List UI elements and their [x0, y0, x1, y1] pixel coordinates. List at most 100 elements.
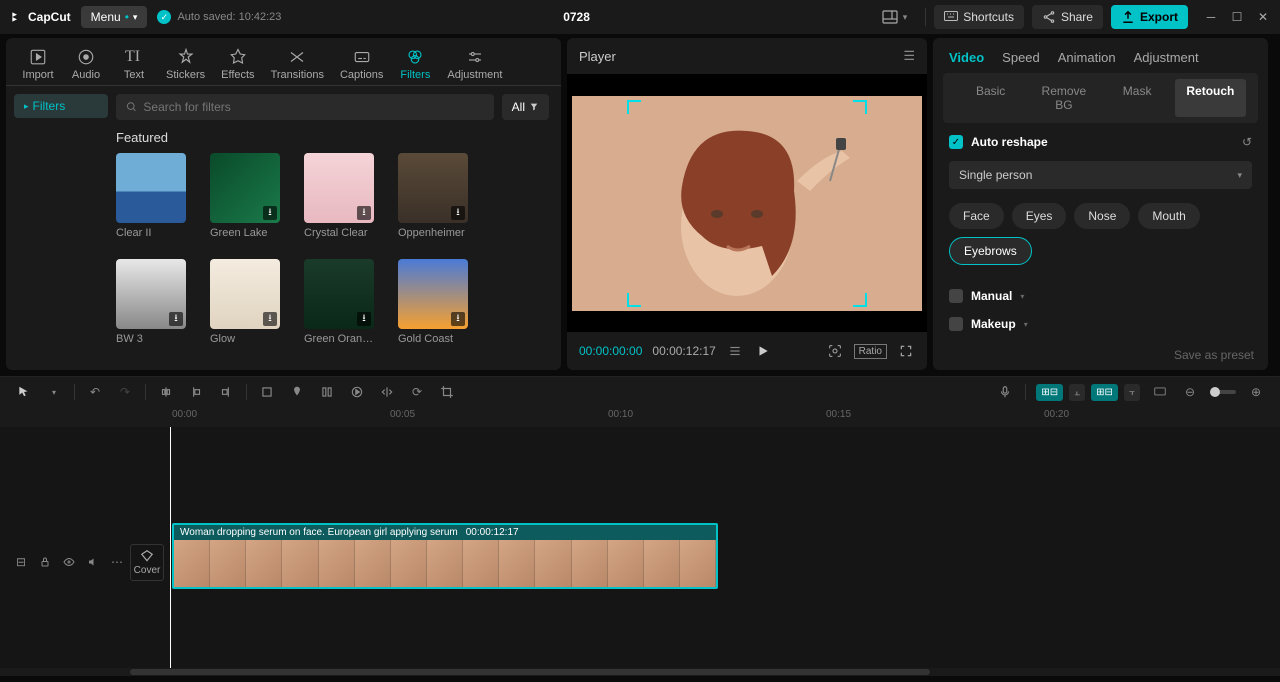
timeline-body[interactable]: ⊟ ⋯ Cover Woman dropping serum on face. …	[0, 427, 1280, 668]
subtab-mask[interactable]: Mask	[1102, 79, 1173, 117]
mirror-icon[interactable]	[377, 382, 397, 402]
crop-corner[interactable]	[627, 293, 641, 307]
download-icon[interactable]: ⭳	[169, 312, 183, 326]
download-icon[interactable]: ⭳	[451, 206, 465, 220]
lock-icon[interactable]	[38, 555, 52, 569]
filter-item[interactable]: ⭳Green Orange	[304, 259, 374, 345]
snap-on-icon[interactable]: ⊞⊟	[1036, 384, 1063, 401]
download-icon[interactable]: ⭳	[451, 312, 465, 326]
zoom-slider[interactable]	[1210, 390, 1236, 394]
tab-audio[interactable]: Audio	[62, 44, 110, 85]
sidebar-filters[interactable]: ▸Filters	[14, 94, 108, 118]
auto-reshape-checkbox[interactable]: ✓	[949, 135, 963, 149]
trim-left-icon[interactable]	[186, 382, 206, 402]
shortcuts-button[interactable]: Shortcuts	[934, 5, 1024, 29]
layout-icon[interactable]: ▾	[872, 5, 918, 29]
makeup-section[interactable]: Makeup ▾	[933, 303, 1268, 331]
tab-stickers[interactable]: Stickers	[158, 44, 213, 85]
tab-filters[interactable]: Filters	[391, 44, 439, 85]
link-icon[interactable]: ⊞⊟	[1091, 384, 1118, 401]
zoom-in-icon[interactable]: ⊕	[1246, 382, 1266, 402]
pointer-dropdown[interactable]: ▾	[44, 382, 64, 402]
fullscreen-icon[interactable]	[897, 342, 915, 360]
preview-icon[interactable]	[1150, 382, 1170, 402]
pill-face[interactable]: Face	[949, 203, 1004, 229]
ratio-button[interactable]: Ratio	[854, 344, 887, 359]
freeze-icon[interactable]	[317, 382, 337, 402]
tab-animation[interactable]: Animation	[1058, 50, 1116, 65]
split-icon[interactable]	[156, 382, 176, 402]
download-icon[interactable]: ⭳	[357, 206, 371, 220]
playhead[interactable]	[170, 427, 171, 668]
timeline-ruler[interactable]: 00:00 00:05 00:10 00:15 00:20	[0, 407, 1280, 427]
tab-speed[interactable]: Speed	[1002, 50, 1040, 65]
all-button[interactable]: All	[502, 94, 549, 120]
export-button[interactable]: Export	[1111, 5, 1188, 29]
subtab-basic[interactable]: Basic	[955, 79, 1026, 117]
scan-icon[interactable]	[826, 342, 844, 360]
share-button[interactable]: Share	[1032, 5, 1103, 29]
crop-tool-icon[interactable]	[257, 382, 277, 402]
align-icon[interactable]: ⫠	[1069, 384, 1085, 401]
menu-button[interactable]: Menu•▾	[81, 6, 148, 28]
speed-tool-icon[interactable]	[347, 382, 367, 402]
save-preset-button[interactable]: Save as preset	[1174, 348, 1254, 362]
person-select[interactable]: Single person▾	[949, 161, 1252, 189]
horizontal-scrollbar[interactable]	[0, 668, 1280, 676]
mic-icon[interactable]	[995, 382, 1015, 402]
subtab-retouch[interactable]: Retouch	[1175, 79, 1246, 117]
close-icon[interactable]: ✕	[1256, 10, 1270, 24]
player-viewport[interactable]	[567, 74, 927, 332]
video-clip[interactable]: Woman dropping serum on face. European g…	[172, 523, 718, 589]
filter-item[interactable]: ⭳Glow	[210, 259, 280, 345]
player-menu-icon[interactable]: ☰	[903, 48, 915, 64]
undo-icon[interactable]: ↶	[85, 382, 105, 402]
pill-nose[interactable]: Nose	[1074, 203, 1130, 229]
mute-icon[interactable]	[86, 555, 100, 569]
pointer-tool[interactable]	[14, 382, 34, 402]
tab-text[interactable]: TIText	[110, 44, 158, 85]
marker-icon[interactable]	[287, 382, 307, 402]
tab-adjustment2[interactable]: Adjustment	[1134, 50, 1199, 65]
tab-video[interactable]: Video	[949, 50, 984, 65]
zoom-out-icon[interactable]: ⊖	[1180, 382, 1200, 402]
crop-corner[interactable]	[853, 100, 867, 114]
filter-item[interactable]: Clear II	[116, 153, 186, 239]
maximize-icon[interactable]: ☐	[1230, 10, 1244, 24]
rotate-icon[interactable]: ⟳	[407, 382, 427, 402]
download-icon[interactable]: ⭳	[263, 312, 277, 326]
pill-eyes[interactable]: Eyes	[1012, 203, 1067, 229]
crop-corner[interactable]	[627, 100, 641, 114]
manual-section[interactable]: Manual ▾	[933, 275, 1268, 303]
tab-import[interactable]: Import	[14, 44, 62, 85]
download-icon[interactable]: ⭳	[263, 206, 277, 220]
redo-icon[interactable]: ↷	[115, 382, 135, 402]
filter-item[interactable]: ⭳Oppenheimer	[398, 153, 468, 239]
crop-corner[interactable]	[853, 293, 867, 307]
search-input[interactable]	[116, 94, 494, 120]
manual-checkbox[interactable]	[949, 289, 963, 303]
visibility-icon[interactable]	[62, 555, 76, 569]
more-icon[interactable]: ⋯	[110, 555, 124, 569]
cover-button[interactable]: Cover	[130, 544, 164, 581]
pill-eyebrows[interactable]: Eyebrows	[949, 237, 1032, 265]
reset-icon[interactable]: ↺	[1242, 135, 1252, 149]
tab-transitions[interactable]: Transitions	[263, 44, 332, 85]
subtab-removebg[interactable]: Remove BG	[1028, 79, 1099, 117]
list-icon[interactable]	[726, 342, 744, 360]
filter-item[interactable]: ⭳Crystal Clear	[304, 153, 374, 239]
tab-adjustment[interactable]: Adjustment	[439, 44, 510, 85]
tab-captions[interactable]: Captions	[332, 44, 391, 85]
crop2-icon[interactable]	[437, 382, 457, 402]
filter-item[interactable]: ⭳Green Lake	[210, 153, 280, 239]
filter-item[interactable]: ⭳BW 3	[116, 259, 186, 345]
pill-mouth[interactable]: Mouth	[1138, 203, 1199, 229]
filter-item[interactable]: ⭳Gold Coast	[398, 259, 468, 345]
play-button[interactable]	[754, 342, 772, 360]
detach-icon[interactable]: ⫟	[1124, 384, 1140, 401]
makeup-checkbox[interactable]	[949, 317, 963, 331]
download-icon[interactable]: ⭳	[357, 312, 371, 326]
minimize-icon[interactable]: ─	[1204, 10, 1218, 24]
trim-right-icon[interactable]	[216, 382, 236, 402]
tab-effects[interactable]: Effects	[213, 44, 262, 85]
